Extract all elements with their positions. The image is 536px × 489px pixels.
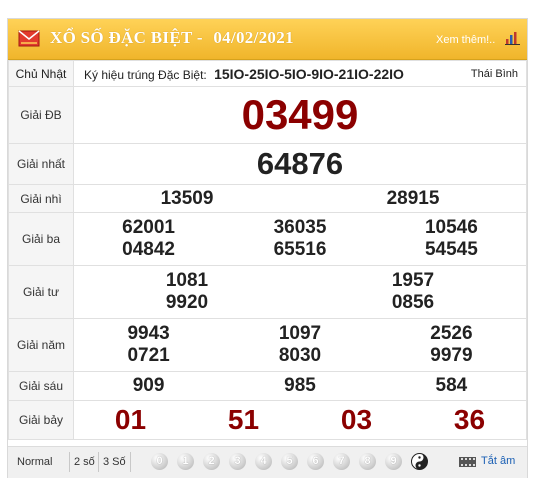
mute-sound-link[interactable]: Tắt âm (481, 455, 515, 467)
prize-label-5: Giải năm (8, 318, 74, 372)
prize-3-number: 04842 (122, 239, 175, 260)
prize-5-number: 9943 (127, 323, 170, 344)
special-symbols: Ký hiệu trúng Đặc Biệt: 15IO-25IO-5IO-9I… (74, 66, 404, 82)
bar-chart-icon[interactable] (505, 31, 520, 45)
prize-7-numbers: 01 51 03 36 (73, 400, 527, 440)
digit-6-button[interactable]: 6 (307, 453, 324, 470)
prize-7-number: 36 (453, 404, 486, 435)
prize-row-6: Giải sáu 909 985 584 (8, 371, 527, 401)
prize-2-numbers: 13509 28915 (73, 184, 527, 213)
prize-6-number: 909 (132, 375, 165, 396)
see-more-link[interactable]: Xem thêm!.. (436, 34, 495, 46)
footer-toolbar: Normal 2 số 3 Số 0 1 2 3 4 5 6 7 8 9 Tắt… (8, 446, 527, 478)
results-header: XỔ SỐ ĐẶC BIỆT - 04/02/2021 Xem thêm!.. (8, 19, 527, 60)
prize-1-number: 64876 (73, 143, 527, 185)
prize-3-number: 54545 (424, 239, 478, 260)
digit-0-button[interactable]: 0 (151, 453, 168, 470)
prize-label-3: Giải ba (8, 212, 74, 266)
mode-normal-button[interactable]: Normal (17, 456, 52, 468)
digit-9-button[interactable]: 9 (385, 453, 402, 470)
digit-7-button[interactable]: 7 (333, 453, 350, 470)
prize-label-4: Giải tư (8, 265, 74, 319)
digit-5-button[interactable]: 5 (281, 453, 298, 470)
prize-3-number: 36035 (273, 217, 327, 238)
prize-5-number: 8030 (278, 345, 322, 366)
title-text: XỔ SỐ ĐẶC BIỆT - (50, 28, 203, 47)
prize-row-5: Giải năm 9943 1097 2526 0721 8030 9979 (8, 318, 527, 372)
prize-3-number: 62001 (122, 217, 175, 238)
prize-5-number: 1097 (278, 323, 322, 344)
digit-2-button[interactable]: 2 (203, 453, 220, 470)
film-icon (459, 457, 476, 467)
results-table: Chủ Nhật Ký hiệu trúng Đặc Biệt: 15IO-25… (8, 60, 527, 440)
prize-4-number: 1081 (165, 270, 209, 291)
digit-3-button[interactable]: 3 (229, 453, 246, 470)
prize-label-6: Giải sáu (8, 371, 74, 401)
prize-label-1: Giải nhất (8, 143, 74, 185)
divider (98, 452, 99, 472)
digit-1-button[interactable]: 1 (177, 453, 194, 470)
title-date: 04/02/2021 (213, 28, 294, 47)
prize-6-numbers: 909 985 584 (73, 371, 527, 401)
prize-3-number: 65516 (273, 239, 327, 260)
province-name: Thái Bình (470, 67, 518, 80)
prize-5-numbers: 9943 1097 2526 0721 8030 9979 (73, 318, 527, 372)
divider (130, 452, 131, 472)
symbols-value: 15IO-25IO-5IO-9IO-21IO-22IO (214, 65, 404, 82)
day-row: Chủ Nhật Ký hiệu trúng Đặc Biệt: 15IO-25… (8, 60, 527, 87)
prize-label-db: Giải ĐB (8, 86, 74, 144)
prize-7-number: 01 (114, 404, 147, 435)
prize-label-2: Giải nhì (8, 184, 74, 213)
day-info-cell: Ký hiệu trúng Đặc Biệt: 15IO-25IO-5IO-9I… (73, 60, 527, 87)
prize-4-numbers: 1081 1957 9920 0856 (73, 265, 527, 319)
prize-6-number: 985 (284, 375, 316, 396)
prize-4-number: 1957 (391, 270, 435, 291)
prize-3-number: 10546 (424, 217, 478, 238)
prize-2-number: 28915 (386, 187, 440, 209)
prize-db-number: 03499 (73, 86, 527, 144)
prize-row-7: Giải bảy 01 51 03 36 (8, 400, 527, 440)
prize-5-number: 0721 (127, 345, 170, 366)
prize-2-number: 13509 (160, 187, 214, 209)
divider (69, 452, 70, 472)
prize-row-4: Giải tư 1081 1957 9920 0856 (8, 265, 527, 319)
mode-3-digit-button[interactable]: 3 Số (103, 456, 126, 468)
prize-6-number: 584 (435, 375, 468, 396)
prize-row-1: Giải nhất 64876 (8, 143, 527, 185)
prize-row-3: Giải ba 62001 36035 10546 04842 65516 54… (8, 212, 527, 266)
prize-4-number: 0856 (391, 292, 435, 313)
prize-4-number: 9920 (165, 292, 209, 313)
digit-4-button[interactable]: 4 (255, 453, 272, 470)
results-title: XỔ SỐ ĐẶC BIỆT - 04/02/2021 (50, 28, 294, 48)
prize-row-db: Giải ĐB 03499 (8, 86, 527, 144)
prize-3-numbers: 62001 36035 10546 04842 65516 54545 (73, 212, 527, 266)
prize-label-7: Giải bảy (8, 400, 74, 440)
lottery-results-panel: XỔ SỐ ĐẶC BIỆT - 04/02/2021 Xem thêm!.. … (7, 18, 528, 478)
mode-2-digit-button[interactable]: 2 số (74, 456, 95, 468)
prize-row-2: Giải nhì 13509 28915 (8, 184, 527, 213)
symbols-label: Ký hiệu trúng Đặc Biệt: (84, 67, 207, 82)
yin-yang-icon[interactable] (411, 453, 428, 470)
prize-5-number: 9979 (430, 345, 473, 366)
prize-7-number: 51 (227, 404, 260, 435)
mail-icon (18, 30, 40, 47)
prize-7-number: 03 (340, 404, 373, 435)
weekday-cell: Chủ Nhật (8, 60, 74, 87)
prize-5-number: 2526 (430, 323, 473, 344)
digit-8-button[interactable]: 8 (359, 453, 376, 470)
